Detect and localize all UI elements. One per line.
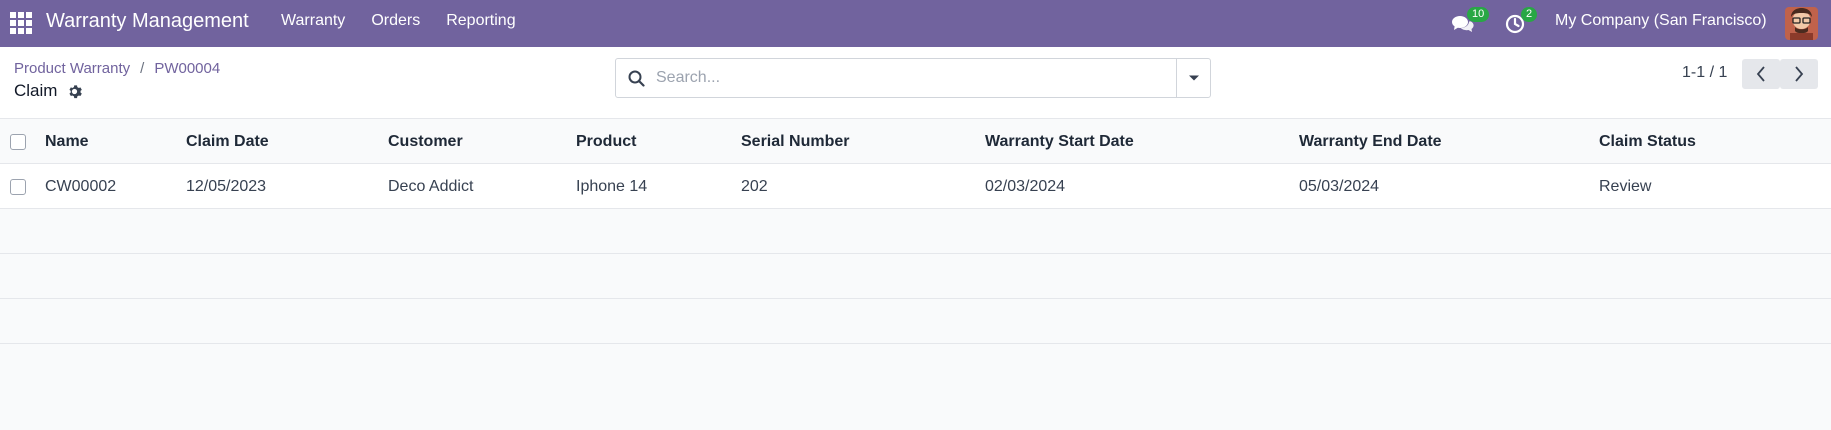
row-checkbox[interactable] bbox=[10, 178, 26, 195]
pager-value[interactable]: 1-1 / 1 bbox=[1682, 64, 1727, 82]
chat-count-badge: 10 bbox=[1467, 7, 1490, 22]
cell-product: Iphone 14 bbox=[576, 177, 648, 195]
column-header-customer[interactable]: Customer bbox=[388, 119, 463, 164]
app-name[interactable]: Warranty Management bbox=[46, 10, 249, 33]
cell-serial-number: 202 bbox=[741, 177, 768, 195]
empty-row bbox=[0, 254, 1831, 299]
activity-count-badge: 2 bbox=[1521, 7, 1538, 22]
chevron-left-icon bbox=[1756, 66, 1765, 82]
caret-down-icon bbox=[1188, 75, 1199, 81]
column-header-serial-number[interactable]: Serial Number bbox=[741, 119, 849, 164]
empty-row bbox=[0, 299, 1831, 344]
column-header-claim-date[interactable]: Claim Date bbox=[186, 119, 269, 164]
breadcrumb-separator: / bbox=[140, 60, 145, 77]
menu-item-warranty[interactable]: Warranty bbox=[281, 12, 345, 30]
search-icon bbox=[628, 70, 645, 87]
table-header: Name Claim Date Customer Product Serial … bbox=[0, 119, 1831, 164]
page-title: Claim bbox=[14, 81, 58, 100]
menu-item-orders[interactable]: Orders bbox=[371, 12, 420, 30]
control-panel: Product Warranty / PW00004 Claim 1-1 / 1 bbox=[0, 47, 1831, 119]
select-all-checkbox[interactable] bbox=[10, 133, 26, 150]
top-navbar: Warranty Management Warranty Orders Repo… bbox=[0, 0, 1831, 47]
cell-claim-date: 12/05/2023 bbox=[186, 177, 267, 195]
column-header-warranty-start-date[interactable]: Warranty Start Date bbox=[985, 119, 1134, 164]
pager-next-button[interactable] bbox=[1780, 59, 1818, 89]
pager-previous-button[interactable] bbox=[1742, 59, 1780, 89]
column-header-product[interactable]: Product bbox=[576, 119, 636, 164]
chevron-right-icon bbox=[1795, 66, 1804, 82]
column-header-claim-status[interactable]: Claim Status bbox=[1599, 119, 1696, 164]
column-header-name[interactable]: Name bbox=[45, 119, 89, 164]
cell-warranty-start-date: 02/03/2024 bbox=[985, 177, 1066, 195]
user-avatar[interactable] bbox=[1785, 7, 1818, 40]
cell-name: CW00002 bbox=[45, 177, 117, 195]
main-menu: Warranty Orders Reporting bbox=[281, 12, 542, 30]
breadcrumb: Product Warranty / PW00004 bbox=[14, 60, 220, 77]
cell-warranty-end-date: 05/03/2024 bbox=[1299, 177, 1380, 195]
apps-grid-icon[interactable] bbox=[10, 12, 32, 34]
search-options-toggle[interactable] bbox=[1176, 59, 1210, 97]
breadcrumb-product-warranty[interactable]: Product Warranty bbox=[14, 60, 130, 77]
claims-list: Name Claim Date Customer Product Serial … bbox=[0, 119, 1831, 344]
empty-row bbox=[0, 209, 1831, 254]
search-bar bbox=[615, 58, 1211, 98]
gear-icon[interactable] bbox=[67, 84, 83, 99]
menu-item-reporting[interactable]: Reporting bbox=[446, 12, 515, 30]
breadcrumb-pw-record[interactable]: PW00004 bbox=[154, 60, 220, 77]
table-row[interactable]: CW00002 12/05/2023 Deco Addict Iphone 14… bbox=[0, 164, 1831, 209]
company-switcher[interactable]: My Company (San Francisco) bbox=[1555, 12, 1767, 30]
activity-button[interactable]: 2 bbox=[1503, 7, 1539, 36]
cell-claim-status: Review bbox=[1599, 177, 1652, 195]
cell-customer: Deco Addict bbox=[388, 177, 474, 195]
chat-button[interactable]: 10 bbox=[1449, 7, 1490, 36]
search-input[interactable] bbox=[656, 60, 1176, 96]
column-header-warranty-end-date[interactable]: Warranty End Date bbox=[1299, 119, 1442, 164]
